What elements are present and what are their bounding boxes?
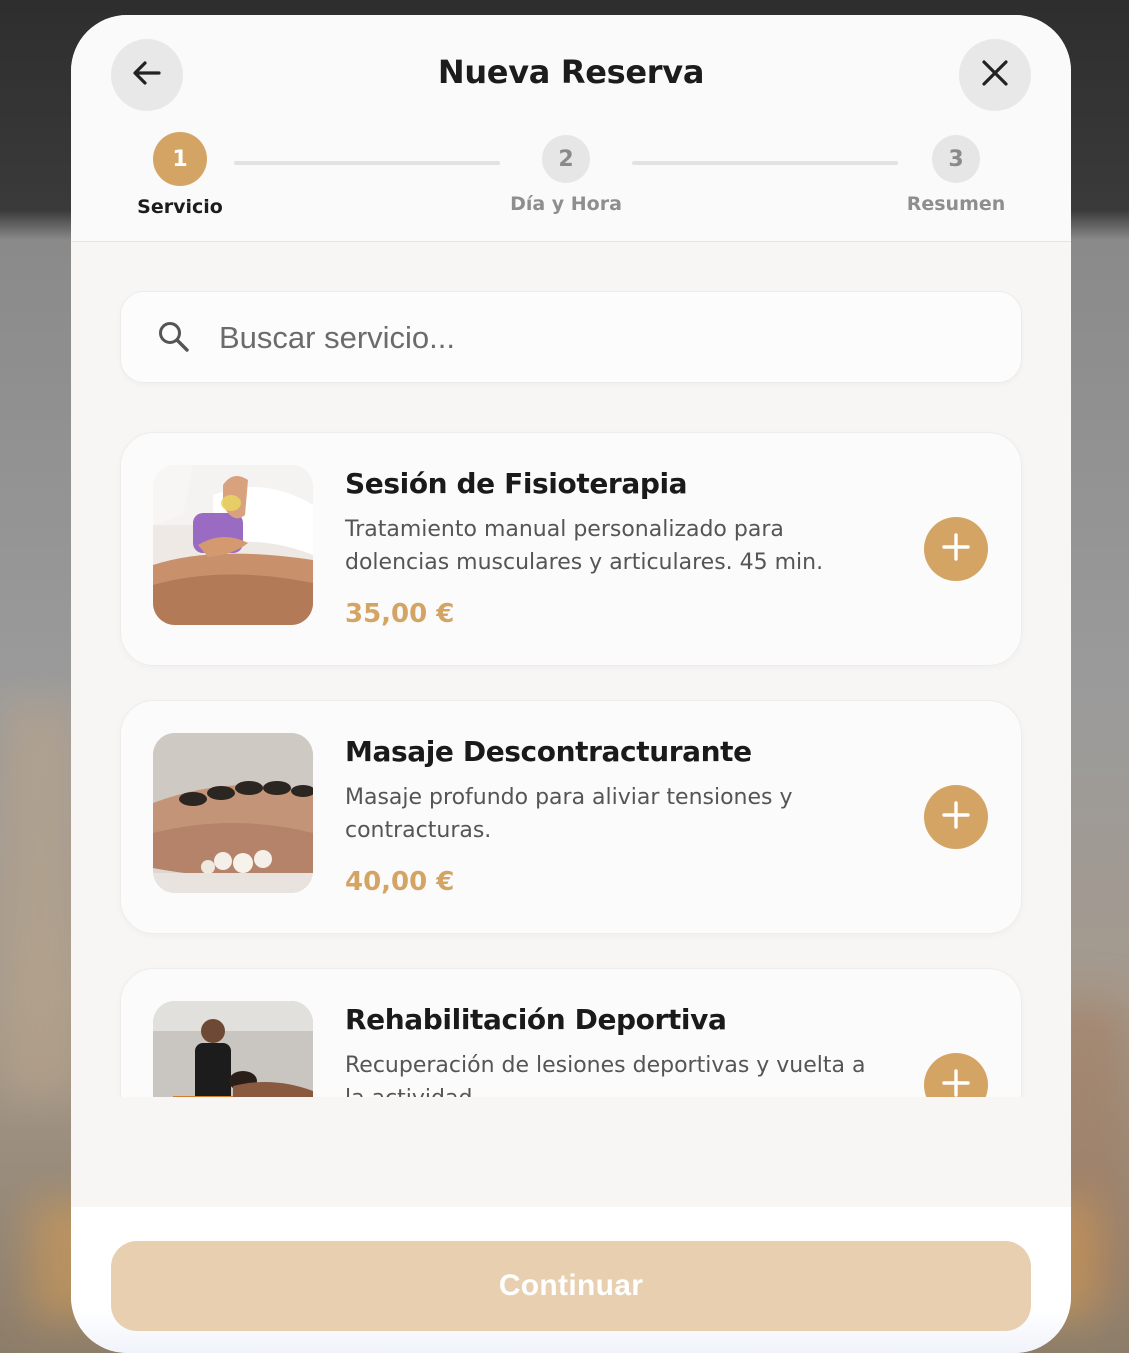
step-label: Día y Hora — [510, 193, 622, 215]
step-number: 3 — [932, 135, 980, 183]
service-title: Rehabilitación Deportiva — [345, 1003, 727, 1036]
service-description: Masaje profundo para aliviar tensiones y… — [345, 785, 793, 843]
service-description: Recuperación de lesiones deportivas y vu… — [345, 1053, 866, 1097]
service-price: 40,00 € — [345, 867, 455, 897]
service-title: Masaje Descontracturante — [345, 735, 752, 768]
service-image — [153, 465, 313, 625]
service-card[interactable]: Sesión de Fisioterapia Tratamiento manua… — [120, 432, 1022, 666]
step-dia-hora: 2 Día y Hora — [491, 135, 641, 215]
close-icon — [979, 57, 1011, 93]
step-servicio: 1 Servicio — [105, 132, 255, 218]
step-number: 2 — [542, 135, 590, 183]
booking-modal: Nueva Reserva 1 Servicio 2 Día y Hora 3 … — [71, 15, 1071, 1353]
service-list[interactable]: Sesión de Fisioterapia Tratamiento manua… — [71, 415, 1071, 1097]
step-number: 1 — [153, 132, 207, 186]
plus-icon — [940, 1067, 972, 1097]
continue-button[interactable]: Continuar — [111, 1241, 1031, 1331]
modal-header: Nueva Reserva 1 Servicio 2 Día y Hora 3 … — [71, 15, 1071, 242]
add-service-button[interactable] — [924, 517, 988, 581]
step-label: Servicio — [137, 196, 223, 218]
service-description: Tratamiento manual personalizado para do… — [345, 517, 824, 575]
step-resumen: 3 Resumen — [881, 135, 1031, 215]
search-bar — [120, 291, 1022, 383]
plus-icon — [940, 799, 972, 835]
modal-footer: Continuar — [71, 1207, 1071, 1353]
step-connector — [632, 161, 898, 165]
service-image — [153, 1001, 313, 1097]
service-card[interactable]: Masaje Descontracturante Masaje profundo… — [120, 700, 1022, 934]
plus-icon — [940, 531, 972, 567]
background-blur — [0, 700, 80, 1100]
service-price: 35,00 € — [345, 599, 455, 629]
step-connector — [234, 161, 500, 165]
service-image — [153, 733, 313, 893]
add-service-button[interactable] — [924, 785, 988, 849]
step-label: Resumen — [906, 193, 1006, 215]
close-button[interactable] — [959, 39, 1031, 111]
modal-title: Nueva Reserva — [437, 53, 705, 91]
service-card[interactable]: Rehabilitación Deportiva Recuperación de… — [120, 968, 1022, 1097]
search-icon — [157, 320, 191, 358]
search-input[interactable] — [219, 310, 979, 366]
add-service-button[interactable] — [924, 1053, 988, 1097]
service-title: Sesión de Fisioterapia — [345, 467, 688, 500]
